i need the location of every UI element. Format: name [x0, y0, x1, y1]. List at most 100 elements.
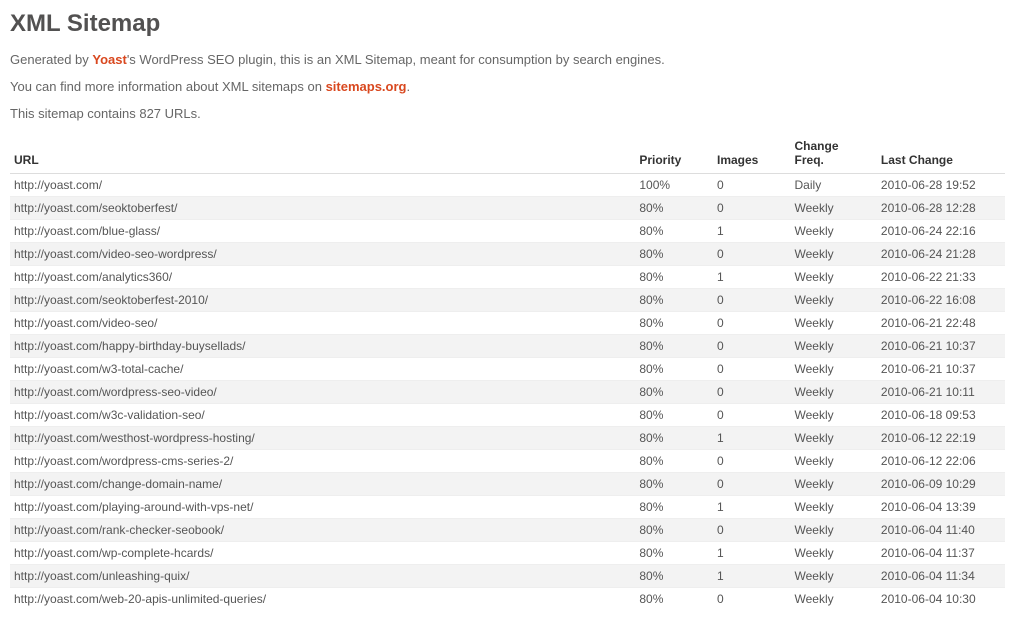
cell-url[interactable]: http://yoast.com/change-domain-name/ [10, 473, 635, 496]
cell-url[interactable]: http://yoast.com/video-seo/ [10, 312, 635, 335]
cell-freq: Weekly [791, 542, 877, 565]
cell-freq: Weekly [791, 588, 877, 611]
header-freq: Change Freq. [791, 133, 877, 174]
cell-url[interactable]: http://yoast.com/unleashing-quix/ [10, 565, 635, 588]
cell-priority: 80% [635, 565, 713, 588]
cell-freq: Weekly [791, 473, 877, 496]
cell-url[interactable]: http://yoast.com/seoktoberfest/ [10, 197, 635, 220]
cell-priority: 80% [635, 381, 713, 404]
cell-url[interactable]: http://yoast.com/w3c-validation-seo/ [10, 404, 635, 427]
cell-url[interactable]: http://yoast.com/analytics360/ [10, 266, 635, 289]
cell-last: 2010-06-24 21:28 [877, 243, 1005, 266]
cell-freq: Weekly [791, 450, 877, 473]
table-header-row: URL Priority Images Change Freq. Last Ch… [10, 133, 1005, 174]
cell-images: 0 [713, 174, 791, 197]
cell-last: 2010-06-12 22:19 [877, 427, 1005, 450]
table-row: http://yoast.com/w3c-validation-seo/80%0… [10, 404, 1005, 427]
cell-priority: 100% [635, 174, 713, 197]
cell-images: 1 [713, 496, 791, 519]
cell-priority: 80% [635, 519, 713, 542]
cell-url[interactable]: http://yoast.com/westhost-wordpress-host… [10, 427, 635, 450]
cell-priority: 80% [635, 473, 713, 496]
cell-url[interactable]: http://yoast.com/blue-glass/ [10, 220, 635, 243]
cell-freq: Weekly [791, 197, 877, 220]
cell-freq: Weekly [791, 220, 877, 243]
cell-freq: Weekly [791, 427, 877, 450]
cell-priority: 80% [635, 243, 713, 266]
cell-url[interactable]: http://yoast.com/video-seo-wordpress/ [10, 243, 635, 266]
cell-last: 2010-06-04 11:40 [877, 519, 1005, 542]
cell-freq: Weekly [791, 565, 877, 588]
cell-url[interactable]: http://yoast.com/happy-birthday-buysella… [10, 335, 635, 358]
table-row: http://yoast.com/web-20-apis-unlimited-q… [10, 588, 1005, 611]
cell-images: 0 [713, 289, 791, 312]
cell-url[interactable]: http://yoast.com/playing-around-with-vps… [10, 496, 635, 519]
cell-images: 0 [713, 197, 791, 220]
table-row: http://yoast.com/unleashing-quix/80%1Wee… [10, 565, 1005, 588]
cell-priority: 80% [635, 496, 713, 519]
cell-priority: 80% [635, 266, 713, 289]
cell-freq: Weekly [791, 381, 877, 404]
cell-images: 0 [713, 312, 791, 335]
cell-last: 2010-06-21 22:48 [877, 312, 1005, 335]
cell-priority: 80% [635, 588, 713, 611]
cell-last: 2010-06-22 21:33 [877, 266, 1005, 289]
cell-last: 2010-06-28 19:52 [877, 174, 1005, 197]
cell-images: 0 [713, 473, 791, 496]
yoast-link[interactable]: Yoast [92, 52, 126, 67]
cell-freq: Weekly [791, 519, 877, 542]
cell-priority: 80% [635, 197, 713, 220]
cell-priority: 80% [635, 404, 713, 427]
cell-url[interactable]: http://yoast.com/wordpress-cms-series-2/ [10, 450, 635, 473]
header-priority: Priority [635, 133, 713, 174]
cell-url[interactable]: http://yoast.com/w3-total-cache/ [10, 358, 635, 381]
cell-freq: Weekly [791, 266, 877, 289]
cell-priority: 80% [635, 358, 713, 381]
table-row: http://yoast.com/analytics360/80%1Weekly… [10, 266, 1005, 289]
cell-freq: Weekly [791, 335, 877, 358]
table-row: http://yoast.com/video-seo/80%0Weekly201… [10, 312, 1005, 335]
sitemaps-link[interactable]: sitemaps.org [326, 79, 407, 94]
cell-last: 2010-06-18 09:53 [877, 404, 1005, 427]
cell-url[interactable]: http://yoast.com/seoktoberfest-2010/ [10, 289, 635, 312]
cell-priority: 80% [635, 450, 713, 473]
table-row: http://yoast.com/100%0Daily2010-06-28 19… [10, 174, 1005, 197]
cell-images: 0 [713, 381, 791, 404]
cell-last: 2010-06-04 11:37 [877, 542, 1005, 565]
cell-freq: Weekly [791, 404, 877, 427]
header-last: Last Change [877, 133, 1005, 174]
table-row: http://yoast.com/rank-checker-seobook/80… [10, 519, 1005, 542]
cell-images: 0 [713, 588, 791, 611]
cell-images: 0 [713, 404, 791, 427]
cell-images: 1 [713, 565, 791, 588]
intro-line: Generated by Yoast's WordPress SEO plugi… [10, 52, 1005, 67]
cell-url[interactable]: http://yoast.com/web-20-apis-unlimited-q… [10, 588, 635, 611]
cell-priority: 80% [635, 289, 713, 312]
cell-freq: Weekly [791, 243, 877, 266]
cell-last: 2010-06-04 11:34 [877, 565, 1005, 588]
cell-freq: Weekly [791, 312, 877, 335]
cell-priority: 80% [635, 220, 713, 243]
cell-freq: Weekly [791, 289, 877, 312]
header-images: Images [713, 133, 791, 174]
cell-url[interactable]: http://yoast.com/rank-checker-seobook/ [10, 519, 635, 542]
cell-images: 1 [713, 427, 791, 450]
info-suffix: . [406, 79, 410, 94]
cell-freq: Weekly [791, 358, 877, 381]
cell-url[interactable]: http://yoast.com/wp-complete-hcards/ [10, 542, 635, 565]
cell-last: 2010-06-21 10:11 [877, 381, 1005, 404]
table-row: http://yoast.com/westhost-wordpress-host… [10, 427, 1005, 450]
cell-url[interactable]: http://yoast.com/ [10, 174, 635, 197]
cell-images: 0 [713, 243, 791, 266]
intro-prefix: Generated by [10, 52, 92, 67]
table-row: http://yoast.com/video-seo-wordpress/80%… [10, 243, 1005, 266]
cell-last: 2010-06-21 10:37 [877, 358, 1005, 381]
table-row: http://yoast.com/change-domain-name/80%0… [10, 473, 1005, 496]
cell-url[interactable]: http://yoast.com/wordpress-seo-video/ [10, 381, 635, 404]
cell-last: 2010-06-04 13:39 [877, 496, 1005, 519]
cell-priority: 80% [635, 542, 713, 565]
table-row: http://yoast.com/happy-birthday-buysella… [10, 335, 1005, 358]
cell-last: 2010-06-22 16:08 [877, 289, 1005, 312]
table-row: http://yoast.com/w3-total-cache/80%0Week… [10, 358, 1005, 381]
table-row: http://yoast.com/wordpress-cms-series-2/… [10, 450, 1005, 473]
